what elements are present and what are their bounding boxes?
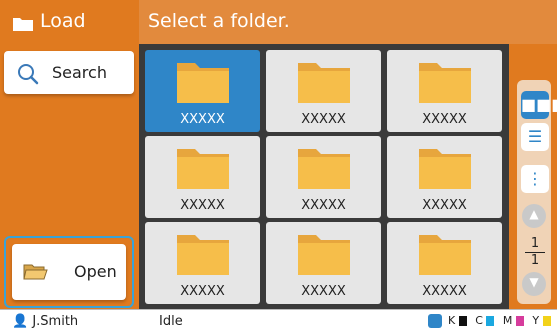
folder-label: XXXXX xyxy=(422,198,467,213)
folder-label: XXXXX xyxy=(301,198,346,213)
page-indicator: 1 1 xyxy=(525,237,545,268)
folder-icon xyxy=(298,63,350,103)
folder-tile[interactable]: XXXXX xyxy=(387,136,502,218)
folder-tile[interactable]: XXXXX xyxy=(145,50,260,132)
ink-levels: K C M Y xyxy=(448,314,556,327)
instruction-text: Select a folder. xyxy=(148,10,290,32)
more-vertical-icon: ⋮ xyxy=(527,169,543,188)
header-message-area: Select a folder. xyxy=(139,0,557,44)
folder-tile[interactable]: XXXXX xyxy=(266,222,381,304)
folder-icon xyxy=(177,149,229,189)
folder-tile[interactable]: XXXXX xyxy=(387,50,502,132)
open-button-focus-ring: Open xyxy=(4,236,134,308)
folder-tile[interactable]: XXXXX xyxy=(145,136,260,218)
folder-tile[interactable]: XXXXX xyxy=(387,222,502,304)
chevron-down-icon: ▼ xyxy=(529,275,539,289)
ink-c-label: C xyxy=(475,314,483,327)
open-folder-icon xyxy=(23,264,48,280)
current-page: 1 xyxy=(530,236,540,251)
total-pages: 1 xyxy=(530,253,540,268)
machine-state: Idle xyxy=(159,314,183,329)
ink-k-label: K xyxy=(448,314,456,327)
folder-icon xyxy=(177,235,229,275)
open-button[interactable]: Open xyxy=(12,244,126,300)
more-button[interactable]: ⋮ xyxy=(521,165,549,193)
open-button-label: Open xyxy=(74,262,117,281)
folder-icon xyxy=(298,235,350,275)
user-icon: 👤 xyxy=(12,314,29,329)
folder-tile[interactable]: XXXXX xyxy=(266,50,381,132)
status-bar: 👤 J.Smith Idle K C M Y xyxy=(0,309,557,331)
folder-icon xyxy=(177,63,229,103)
header-title-area: Load xyxy=(0,0,139,44)
search-icon xyxy=(18,64,39,85)
ink-icon xyxy=(428,314,442,328)
page-down-button[interactable]: ▼ xyxy=(522,272,546,296)
page-up-button[interactable]: ▲ xyxy=(522,204,546,228)
ink-m-swatch xyxy=(515,316,524,326)
chevron-up-icon: ▲ xyxy=(529,207,539,221)
ink-y-swatch xyxy=(542,316,551,326)
folder-icon xyxy=(298,149,350,189)
left-panel: Search Open xyxy=(0,44,139,309)
user-info: 👤 J.Smith xyxy=(12,314,78,329)
ink-m-label: M xyxy=(502,314,513,327)
folder-label: XXXXX xyxy=(180,112,225,127)
grid-view-button[interactable]: ■■■ xyxy=(521,91,557,119)
ink-c-swatch xyxy=(486,316,495,326)
folder-label: XXXXX xyxy=(422,284,467,299)
search-button[interactable]: Search xyxy=(4,51,134,94)
folder-label: XXXXX xyxy=(301,284,346,299)
folder-icon xyxy=(419,63,471,103)
folder-tile[interactable]: XXXXX xyxy=(266,136,381,218)
folder-icon xyxy=(13,18,33,31)
ink-k-swatch xyxy=(458,316,467,326)
folder-icon xyxy=(419,149,471,189)
page-title: Load xyxy=(40,10,86,32)
folder-icon xyxy=(419,235,471,275)
ink-y-label: Y xyxy=(532,314,540,327)
grid-view-icon: ■■■ xyxy=(521,95,557,114)
list-view-button[interactable]: ☰ xyxy=(521,123,549,151)
folder-label: XXXXX xyxy=(301,112,346,127)
folder-grid: XXXXX XXXXX XXXXX XXXXX XXXXX XXXXX XXXX… xyxy=(139,44,509,309)
user-name: J.Smith xyxy=(32,314,79,329)
folder-label: XXXXX xyxy=(422,112,467,127)
folder-tile[interactable]: XXXXX xyxy=(145,222,260,304)
search-button-label: Search xyxy=(52,63,107,82)
folder-label: XXXXX xyxy=(180,198,225,213)
list-view-icon: ☰ xyxy=(527,127,543,146)
folder-label: XXXXX xyxy=(180,284,225,299)
view-controls-rail: ■■■ ☰ ⋮ ▲ 1 1 ▼ xyxy=(509,44,557,309)
load-screen: Load Select a folder. Search Open XXXXX … xyxy=(0,0,557,331)
